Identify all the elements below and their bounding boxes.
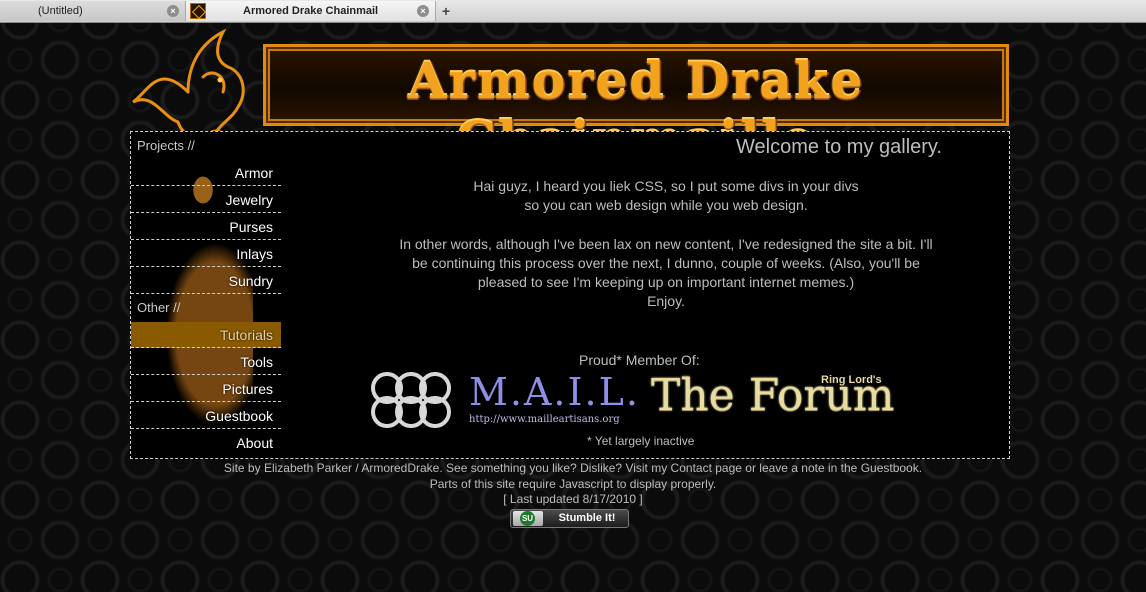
intro-line: In other words, although I've been lax o… <box>399 236 933 252</box>
intro-line: Enjoy. <box>647 293 685 309</box>
close-icon[interactable]: × <box>167 5 179 17</box>
nav-pictures[interactable]: Pictures <box>131 376 281 402</box>
intro-line: so you can web design while you web desi… <box>524 197 808 213</box>
nav-about[interactable]: About <box>131 430 281 456</box>
stumbleupon-icon: SU <box>513 511 543 526</box>
new-tab-icon[interactable]: + <box>438 2 454 20</box>
stumble-it-label: Stumble It! <box>558 512 616 524</box>
mail-url[interactable]: http://www.mailleartisans.org <box>469 414 620 425</box>
tab-label: (Untitled) <box>38 5 83 17</box>
mail-logo-link[interactable]: M.A.I.L. <box>469 372 640 412</box>
nav-inlays[interactable]: Inlays <box>131 241 281 267</box>
member-of-label: Proud* Member Of: <box>579 352 700 368</box>
nav-jewelry[interactable]: Jewelry <box>131 187 281 213</box>
sidebar: Projects // Armor Jewelry Purses Inlays … <box>131 132 281 458</box>
intro-line: pleased to see I'm keeping up on importa… <box>477 274 855 290</box>
footer-js-note: Parts of this site require Javascript to… <box>429 477 717 491</box>
nav-tools[interactable]: Tools <box>131 349 281 375</box>
favicon-icon <box>190 3 206 19</box>
nav-tutorials[interactable]: Tutorials <box>131 322 281 348</box>
nav-armor[interactable]: Armor <box>131 160 281 186</box>
rings-logo-icon[interactable] <box>367 370 455 430</box>
projects-label: Projects // <box>137 138 195 153</box>
tab-untitled[interactable]: (Untitled) × <box>0 1 186 21</box>
stumble-it-button[interactable]: SU Stumble It! <box>510 509 629 528</box>
footer-credit: Site by Elizabeth Parker / ArmoredDrake.… <box>223 461 923 475</box>
nav-sundry[interactable]: Sundry <box>131 268 281 294</box>
tab-bar: (Untitled) × Armored Drake Chainmail × + <box>0 0 1146 23</box>
nav-purses[interactable]: Purses <box>131 214 281 240</box>
content-box: Projects // Armor Jewelry Purses Inlays … <box>130 131 1010 459</box>
nav-guestbook[interactable]: Guestbook <box>131 403 281 429</box>
tab-armored-drake[interactable]: Armored Drake Chainmail × <box>186 1 436 21</box>
footer-updated: [ Last updated 8/17/2010 ] <box>503 492 643 506</box>
close-icon[interactable]: × <box>417 5 429 17</box>
intro-line: be continuing this process over the next… <box>412 255 920 271</box>
forum-logo-link[interactable]: The Forum <box>651 370 894 422</box>
inactive-note: * Yet largely inactive <box>587 434 695 448</box>
page-title: Welcome to my gallery. <box>736 136 942 158</box>
tab-label: Armored Drake Chainmail <box>243 5 379 17</box>
other-label: Other // <box>137 300 181 315</box>
intro-line: Hai guyz, I heard you liek CSS, so I put… <box>473 178 859 194</box>
site-banner[interactable]: Armored Drake Chainmaille <box>263 44 1009 169</box>
